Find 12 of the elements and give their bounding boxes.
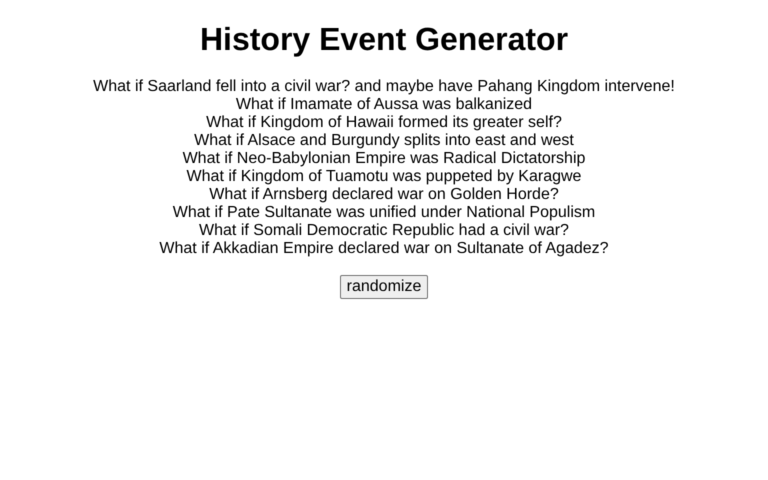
event-line: What if Alsace and Burgundy splits into east and west: [194, 132, 574, 150]
event-line: What if Arnsberg declared war on Golden Horde?: [209, 186, 559, 204]
event-line: What if Saarland fell into a civil war? and maybe have Pahang Kingdom intervene!: [93, 78, 675, 96]
event-line: What if Somali Democratic Republic had a civil war?: [199, 222, 569, 240]
event-line: What if Neo-Babylonian Empire was Radical Dictatorship: [182, 150, 586, 168]
event-line: What if Akkadian Empire declared war on Sultanate of Agadez?: [159, 240, 609, 258]
event-line: What if Kingdom of Tuamotu was puppeted by Karagwe: [186, 168, 582, 186]
event-line: What if Imamate of Aussa was balkanized: [236, 96, 532, 114]
randomize-button[interactable]: randomize: [340, 275, 428, 299]
event-line: What if Kingdom of Hawaii formed its greater self?: [206, 114, 562, 132]
event-line: What if Pate Sultanate was unified under National Populism: [172, 204, 596, 222]
page-title: History Event Generator: [200, 21, 568, 58]
